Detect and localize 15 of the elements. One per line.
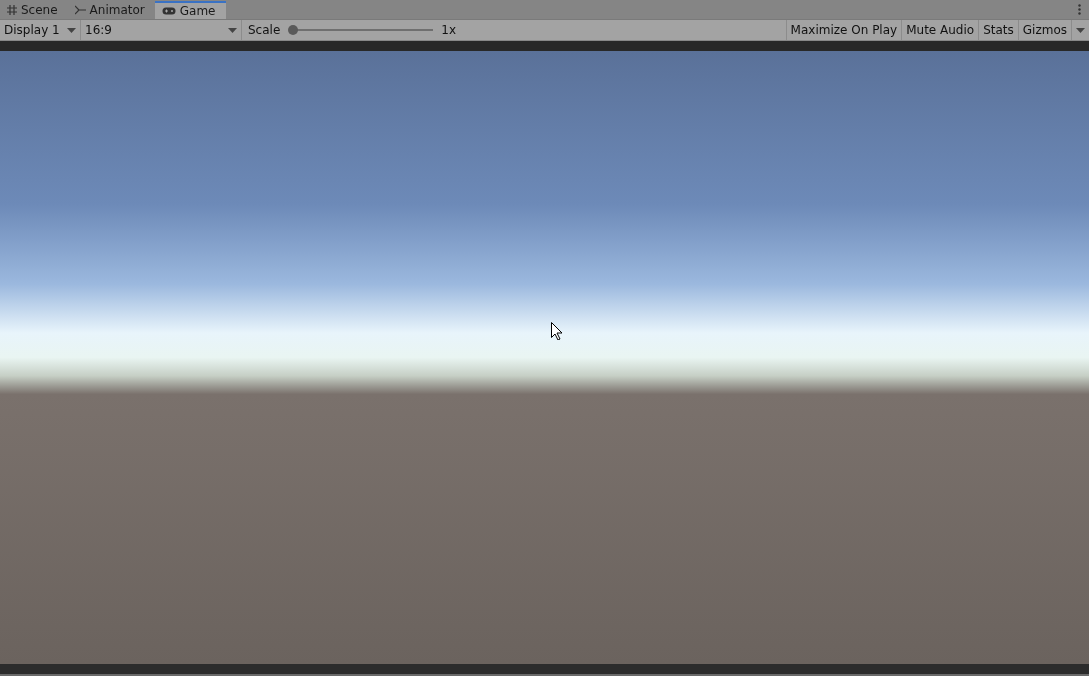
slider-thumb[interactable] — [288, 25, 299, 35]
scale-value: 1x — [441, 23, 457, 37]
more-options-icon[interactable] — [1078, 4, 1081, 15]
caret-icon — [67, 27, 76, 33]
scale-slider[interactable] — [288, 25, 434, 35]
caret-icon — [1076, 27, 1085, 33]
tab[interactable]: Game — [154, 1, 226, 19]
grid-icon — [7, 5, 17, 15]
mouse-pointer-icon — [551, 322, 563, 340]
scale-label: Scale — [248, 23, 281, 37]
tab[interactable]: Animator — [67, 1, 155, 19]
gamepad-icon — [161, 7, 176, 15]
caret-icon — [228, 27, 237, 33]
tab[interactable]: Scene — [0, 1, 68, 19]
branch-icon — [74, 5, 86, 15]
